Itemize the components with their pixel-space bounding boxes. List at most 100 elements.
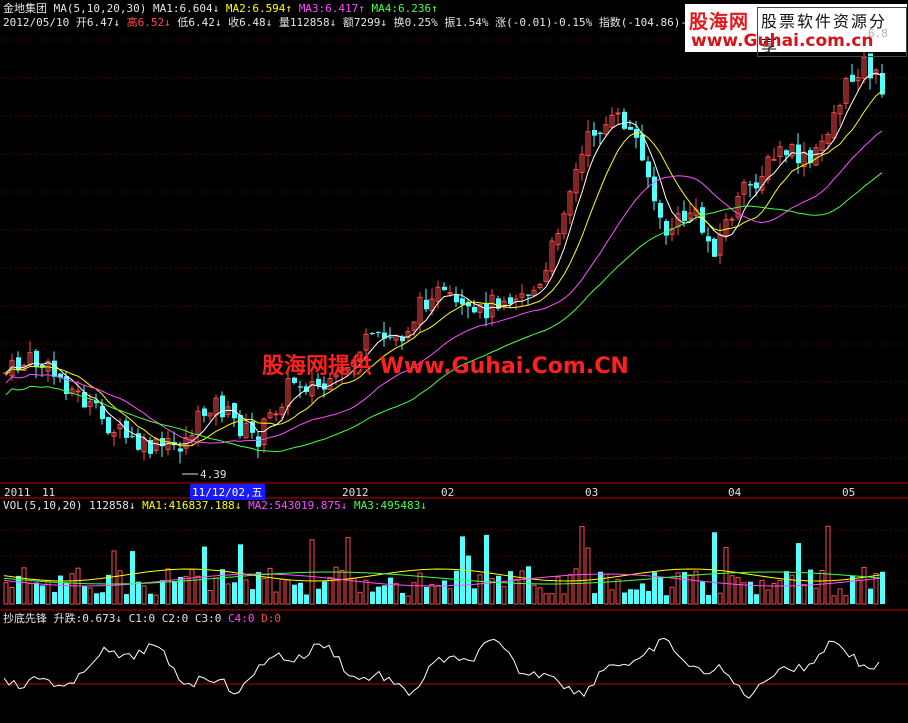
volume-bar — [322, 581, 327, 604]
candle-body — [460, 298, 465, 305]
time-tick-label: 02 — [441, 486, 455, 499]
candle-body — [658, 203, 663, 218]
volume-bar — [843, 595, 849, 605]
candle-body — [178, 448, 183, 452]
volume-bar — [69, 573, 75, 605]
candle-body — [615, 112, 621, 115]
candle-body — [472, 306, 477, 313]
volume-bar — [526, 566, 531, 604]
volume-bar — [136, 581, 141, 604]
volume-bar — [417, 572, 423, 605]
candle-body — [729, 218, 735, 221]
volume-bar — [808, 569, 813, 604]
ma4-value: MA4:6.236↑ — [371, 2, 438, 15]
quote-low: 低6.42↓ — [177, 16, 222, 29]
volume-bar — [357, 591, 363, 605]
candle-body — [880, 73, 885, 95]
volume-bar — [34, 582, 39, 604]
indicator-name: 抄底先锋 — [3, 612, 47, 625]
ma2-value: MA2:6.594↑ — [225, 2, 293, 15]
quote-open: 开6.47↓ — [75, 16, 120, 29]
candle-body — [712, 238, 717, 257]
ma-params: MA(5,10,20,30) — [53, 2, 147, 15]
volume-header: VOL(5,10,20) 112858↓ MA1:416837.188↓ MA2… — [3, 499, 427, 512]
volume-bar — [388, 577, 393, 604]
volume-bar — [675, 572, 681, 605]
volume-bar — [382, 585, 387, 604]
volume-bar — [363, 579, 369, 605]
volume-bar — [21, 567, 27, 605]
volume-bar — [52, 591, 57, 604]
oscillator-line — [3, 637, 880, 699]
cursor-date-label: 11/12/02,五 — [190, 484, 265, 500]
quote-date: 2012/05/10 — [3, 16, 70, 29]
volume-bar — [447, 588, 453, 605]
volume-bar — [141, 585, 147, 605]
volume-bar — [304, 594, 309, 604]
volume-bar — [100, 592, 105, 604]
candle-body — [754, 182, 759, 189]
volume-bar — [279, 578, 285, 605]
logo-brand: 股海网 — [689, 11, 750, 33]
candle-body — [388, 336, 393, 338]
time-tick-label: 2011 — [4, 486, 31, 499]
quote-turnover: 换0.25% — [393, 16, 438, 29]
candle-body — [442, 286, 447, 291]
candle-body — [646, 161, 651, 178]
volume-bar — [9, 586, 15, 605]
volume-bar — [225, 583, 231, 605]
volume-bar — [172, 581, 177, 604]
quote-amount: 额7299↓ — [342, 16, 387, 29]
candle-body — [622, 111, 627, 129]
volume-bar — [801, 584, 807, 605]
volume-bar — [687, 574, 693, 605]
volume-bar — [646, 590, 651, 604]
volume-bar — [712, 532, 717, 604]
volume-bar — [549, 593, 555, 605]
vol-value: 112858↓ — [89, 499, 136, 512]
price-header-row-2: 2012/05/10 开6.47↓ 高6.52↓ 低6.42↓ 收6.48↓ 量… — [3, 16, 720, 29]
volume-bar — [754, 594, 759, 604]
volume-bar — [333, 566, 339, 605]
volume-bar — [543, 593, 549, 605]
indicator-c3: C3:0 — [194, 612, 222, 625]
vol-ma1: MA1:416837.188↓ — [142, 499, 242, 512]
volume-bar — [405, 595, 411, 605]
volume-bar — [160, 580, 165, 604]
volume-bar — [537, 587, 543, 605]
volume-bar — [153, 594, 159, 605]
ma3-value: MA3:6.417↑ — [298, 2, 365, 15]
vol-ma3: MA3:495483↓ — [354, 499, 427, 512]
candle-body — [484, 302, 489, 319]
volume-bar — [784, 571, 789, 604]
volume-bar — [579, 526, 585, 605]
volume-bar — [165, 568, 171, 605]
low-price-label: 4.39 — [200, 468, 227, 481]
volume-bar — [40, 585, 45, 604]
volume-bar — [519, 570, 525, 605]
volume-bar — [400, 592, 405, 604]
quote-close: 收6.48↓ — [228, 16, 273, 29]
candle-body — [508, 297, 513, 304]
candle-body — [592, 130, 597, 136]
volume-bar — [735, 576, 741, 605]
quote-volume: 量112858↓ — [278, 16, 337, 29]
volume-bar — [435, 585, 441, 605]
moving-average-lines — [5, 72, 883, 453]
volume-bar — [202, 546, 207, 604]
volume-bar — [813, 587, 819, 605]
volume-bar — [298, 582, 303, 604]
candle-body — [771, 158, 777, 161]
volume-bar — [759, 579, 765, 605]
volume-bar — [339, 570, 345, 605]
candle-body — [664, 221, 669, 236]
volume-bar — [682, 572, 687, 604]
time-tick-label: 11 — [42, 486, 56, 499]
candle-body — [850, 74, 855, 82]
candle-body — [298, 386, 303, 388]
volume-bar — [592, 593, 597, 604]
volume-bar — [664, 595, 669, 604]
candle-body — [202, 408, 207, 416]
watermark-text: 股海网提供 Www.Guhai.Com.CN — [262, 354, 629, 379]
candle-body — [526, 294, 531, 296]
